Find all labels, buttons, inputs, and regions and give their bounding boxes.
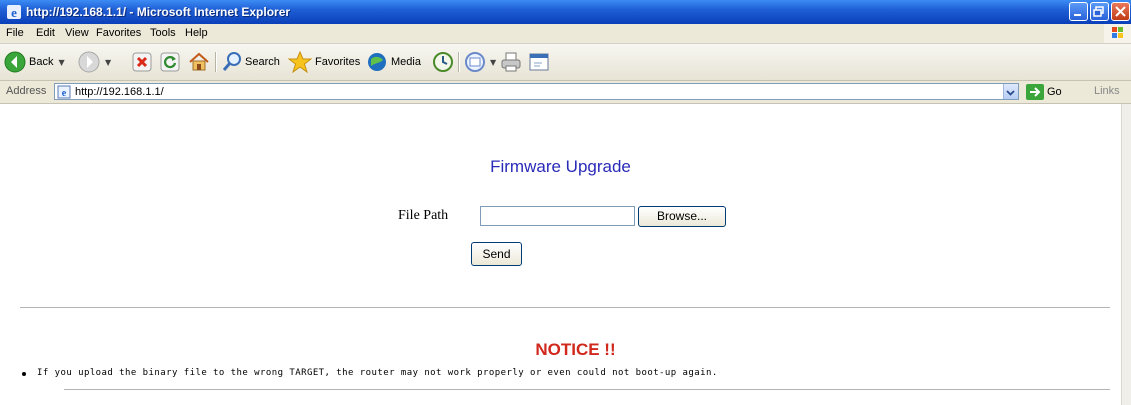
search-icon [222, 52, 241, 71]
search-button[interactable]: Search [222, 49, 280, 75]
page-content: Firmware Upgrade File Path Browse... Sen… [0, 104, 1121, 405]
bullet-icon [22, 372, 26, 376]
menu-edit[interactable]: Edit [36, 26, 55, 41]
search-label: Search [245, 56, 280, 68]
media-label: Media [391, 56, 421, 68]
mail-button[interactable]: ▼ [464, 49, 496, 75]
browse-button[interactable]: Browse... [638, 206, 726, 227]
go-label: Go [1047, 85, 1062, 98]
window-title: http://192.168.1.1/ - Microsoft Internet… [26, 5, 291, 19]
vertical-scrollbar[interactable] [1121, 104, 1131, 405]
print-button[interactable] [500, 49, 522, 75]
address-bar: Address e http://192.168.1.1/ Go Links [0, 81, 1131, 104]
forward-dropdown-icon[interactable]: ▼ [105, 58, 111, 67]
back-label: Back [29, 56, 54, 68]
back-button[interactable]: Back ▼ [4, 49, 65, 75]
edit-icon [529, 53, 549, 71]
close-button[interactable] [1111, 2, 1130, 21]
maximize-icon [1093, 6, 1104, 17]
address-url: http://192.168.1.1/ [75, 86, 164, 98]
address-input[interactable]: e http://192.168.1.1/ [54, 83, 1019, 100]
chevron-down-icon [1006, 90, 1015, 96]
menu-view[interactable]: View [65, 26, 89, 41]
edit-button[interactable] [528, 49, 550, 75]
menu-favorites[interactable]: Favorites [96, 26, 141, 41]
page-icon: e [57, 85, 71, 99]
print-icon [501, 52, 521, 72]
forward-button[interactable]: ▼ [78, 49, 111, 75]
menu-file[interactable]: File [6, 26, 24, 41]
mail-icon [465, 52, 485, 72]
toolbar: Back ▼ ▼ Search Favorites Media ▼ [0, 44, 1131, 81]
menu-tools[interactable]: Tools [150, 26, 176, 41]
windows-flag-icon [1104, 24, 1131, 43]
media-icon [368, 53, 386, 71]
file-path-label: File Path [398, 208, 449, 223]
svg-text:e: e [11, 5, 17, 20]
go-arrow-icon [1026, 83, 1044, 100]
back-icon [4, 51, 26, 73]
stop-button[interactable] [132, 49, 152, 75]
go-button[interactable]: Go [1026, 83, 1062, 100]
svg-text:e: e [62, 88, 67, 99]
favorites-label: Favorites [315, 56, 361, 68]
favorites-star-icon [288, 51, 312, 73]
page-title: Firmware Upgrade [490, 157, 631, 176]
close-icon [1115, 6, 1126, 17]
history-button[interactable] [432, 49, 454, 75]
favorites-button[interactable]: Favorites [288, 49, 360, 75]
back-dropdown-icon[interactable]: ▼ [58, 58, 64, 67]
ie-icon: e [7, 5, 21, 20]
minimize-button[interactable] [1069, 2, 1088, 21]
maximize-button[interactable] [1090, 2, 1109, 21]
home-icon [189, 52, 209, 71]
history-icon [433, 52, 453, 72]
notice-heading: NOTICE !! [535, 340, 616, 359]
links-label[interactable]: Links [1094, 85, 1120, 97]
mail-dropdown-icon[interactable]: ▼ [490, 58, 496, 67]
minimize-icon [1074, 14, 1081, 16]
send-button[interactable]: Send [471, 242, 522, 266]
notice-text: If you upload the binary file to the wro… [37, 368, 718, 378]
file-path-input[interactable] [480, 206, 635, 226]
refresh-button[interactable] [160, 49, 180, 75]
home-button[interactable] [188, 49, 210, 75]
stop-icon [132, 52, 152, 72]
refresh-icon [160, 52, 180, 72]
media-button[interactable]: Media [366, 49, 421, 75]
address-label: Address [6, 85, 47, 97]
menu-bar: File Edit View Favorites Tools Help [0, 24, 1131, 44]
menu-help[interactable]: Help [185, 26, 208, 41]
forward-icon [78, 51, 100, 73]
browser-window: e http://192.168.1.1/ - Microsoft Intern… [0, 0, 1131, 405]
title-bar: e http://192.168.1.1/ - Microsoft Intern… [0, 0, 1131, 24]
divider [64, 389, 1110, 390]
divider [20, 307, 1110, 308]
address-dropdown-button[interactable] [1003, 84, 1018, 99]
